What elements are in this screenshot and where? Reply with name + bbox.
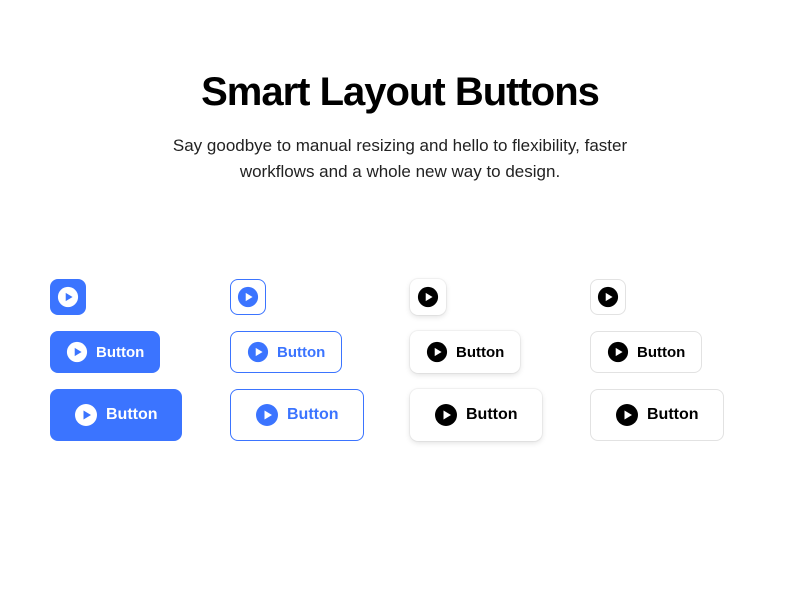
play-icon: [417, 286, 439, 308]
button-filled-blue-large[interactable]: Button: [50, 389, 182, 441]
button-label: Button: [106, 406, 158, 424]
play-icon: [426, 341, 448, 363]
button-filled-blue-medium[interactable]: Button: [50, 331, 160, 373]
button-grid: Button Button Button: [50, 279, 750, 441]
button-outline-blue-small[interactable]: [230, 279, 266, 315]
button-label: Button: [96, 344, 144, 361]
play-icon: [66, 341, 88, 363]
button-label: Button: [637, 344, 685, 361]
play-icon: [597, 286, 619, 308]
button-shadow-black-medium[interactable]: Button: [410, 331, 520, 373]
button-label: Button: [277, 344, 325, 361]
button-outline-gray-small[interactable]: [590, 279, 626, 315]
column-outline-gray: Button Button: [590, 279, 750, 441]
button-label: Button: [647, 406, 699, 424]
button-outline-gray-medium[interactable]: Button: [590, 331, 702, 373]
column-outline-blue: Button Button: [230, 279, 390, 441]
play-icon: [74, 403, 98, 427]
button-outline-gray-large[interactable]: Button: [590, 389, 724, 441]
column-filled-blue: Button Button: [50, 279, 210, 441]
button-filled-blue-small[interactable]: [50, 279, 86, 315]
page-title: Smart Layout Buttons: [201, 70, 599, 115]
play-icon: [615, 403, 639, 427]
play-icon: [247, 341, 269, 363]
play-icon: [434, 403, 458, 427]
button-shadow-black-small[interactable]: [410, 279, 446, 315]
button-outline-blue-large[interactable]: Button: [230, 389, 364, 441]
play-icon: [57, 286, 79, 308]
button-outline-blue-medium[interactable]: Button: [230, 331, 342, 373]
button-label: Button: [287, 406, 339, 424]
page-subtitle: Say goodbye to manual resizing and hello…: [140, 133, 660, 184]
play-icon: [607, 341, 629, 363]
button-label: Button: [466, 406, 518, 424]
play-icon: [237, 286, 259, 308]
button-label: Button: [456, 344, 504, 361]
play-icon: [255, 403, 279, 427]
column-shadow-black: Button Button: [410, 279, 570, 441]
button-shadow-black-large[interactable]: Button: [410, 389, 542, 441]
